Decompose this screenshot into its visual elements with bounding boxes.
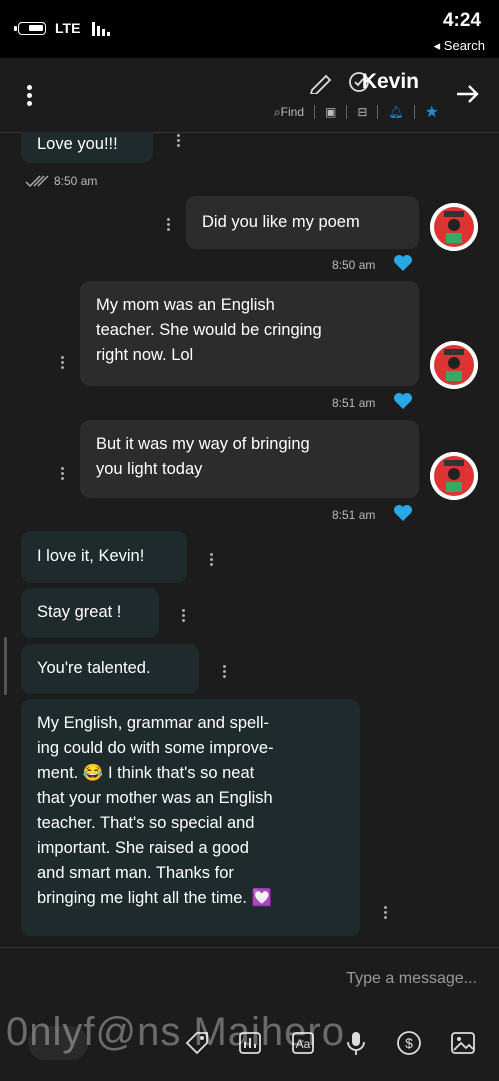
edit-pencil-icon[interactable] [306, 72, 336, 94]
message-options-icon[interactable] [175, 132, 181, 150]
message-input[interactable]: Type a message... [346, 970, 477, 988]
incoming-message[interactable]: My English, grammar and spell- ing could… [21, 699, 360, 936]
message-text: My English, grammar and spell- ing could… [37, 714, 274, 907]
message-list[interactable]: Love you!!! 8:50 am Did you like my poem… [0, 132, 499, 947]
tip-dollar-icon[interactable]: $ [396, 1030, 422, 1056]
message-options-icon[interactable] [59, 354, 65, 372]
incoming-message[interactable]: Stay great ! [21, 588, 159, 638]
message-time: 8:51 am [332, 396, 376, 410]
network-label: LTE [55, 20, 81, 36]
message-options-icon[interactable] [165, 216, 171, 234]
message-text: Did you like my poem [202, 213, 360, 231]
heart-like-icon[interactable] [393, 254, 413, 272]
avatar[interactable] [430, 341, 478, 389]
message-time: 8:50 am [54, 174, 98, 188]
contact-name[interactable]: Kevin [362, 70, 419, 94]
divider [377, 105, 379, 119]
more-menu-icon[interactable] [24, 82, 34, 110]
scroll-indicator[interactable] [4, 637, 7, 695]
message-options-icon[interactable] [59, 465, 65, 483]
avatar-image [430, 341, 478, 389]
message-text: But it was my way of bringing you light … [96, 435, 310, 478]
message-time: 8:50 am [332, 258, 376, 272]
message-text: My mom was an English teacher. She would… [96, 296, 322, 364]
favorite-star-icon[interactable]: ★ [425, 102, 439, 122]
double-check-icon [25, 175, 49, 188]
message-time: 8:51 am [332, 508, 376, 522]
find-button[interactable]: ⌕Find [274, 105, 304, 120]
find-label: Find [280, 104, 305, 119]
back-search-label: Search [443, 38, 485, 53]
search-icon: ⌕ [273, 104, 281, 119]
back-arrow-icon[interactable] [455, 82, 481, 106]
heart-like-icon[interactable] [393, 392, 413, 410]
chat-header: Kevin ⌕Find ▣ ⊟ 🔔︎ ★ [0, 58, 499, 133]
outgoing-message[interactable]: But it was my way of bringing you light … [80, 420, 419, 498]
avatar[interactable] [430, 452, 478, 500]
header-toolbar: ⌕Find ▣ ⊟ 🔔︎ ★ [274, 102, 439, 122]
battery-tip [14, 26, 17, 31]
microphone-icon[interactable] [343, 1030, 369, 1056]
notification-bell-icon[interactable]: 🔔︎ [388, 105, 403, 119]
incoming-message[interactable]: Love you!!! [21, 132, 153, 163]
incoming-message[interactable]: You're talented. [21, 644, 199, 694]
outgoing-message[interactable]: Did you like my poem [186, 196, 419, 249]
back-to-search[interactable]: ◂ Search [434, 38, 485, 54]
watermark: 0nlyf@ns Maihero [6, 1010, 345, 1054]
signal-icon [92, 22, 110, 36]
clock: 4:24 [442, 10, 481, 31]
image-attach-icon[interactable] [450, 1030, 476, 1056]
incoming-message[interactable]: I love it, Kevin! [21, 531, 187, 583]
message-options-icon[interactable] [382, 904, 388, 922]
avatar[interactable] [430, 203, 478, 251]
heart-like-icon[interactable] [393, 504, 413, 522]
message-options-icon[interactable] [180, 607, 186, 625]
tips-icon[interactable]: ⊟ [357, 105, 367, 119]
image-gallery-icon[interactable]: ▣ [325, 105, 336, 119]
divider [346, 105, 348, 119]
message-options-icon[interactable] [221, 663, 227, 681]
message-text: Love you!!! [37, 135, 118, 153]
status-bar: LTE 4:24 ◂ Search [0, 0, 499, 58]
message-options-icon[interactable] [208, 551, 214, 569]
divider [413, 105, 415, 119]
message-text: I love it, Kevin! [37, 547, 145, 565]
battery-icon [18, 22, 46, 35]
message-text: Stay great ! [37, 603, 122, 621]
divider [314, 105, 316, 119]
avatar-image [430, 452, 478, 500]
message-text: You're talented. [37, 659, 151, 677]
outgoing-message[interactable]: My mom was an English teacher. She would… [80, 281, 419, 386]
avatar-image [430, 203, 478, 251]
svg-text:$: $ [405, 1035, 413, 1051]
